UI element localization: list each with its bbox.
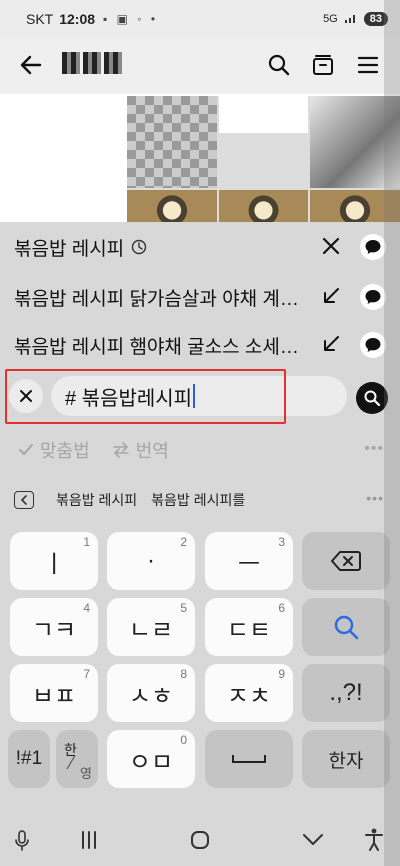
backspace-icon [331, 551, 361, 571]
key-vowel-i[interactable]: ㅣ1 [10, 532, 98, 590]
microphone-icon[interactable] [14, 830, 30, 857]
system-navigation-bar [0, 800, 400, 866]
text-cursor [193, 384, 196, 408]
keyboard-toolbar: 맞춤법 번역 ••• [0, 428, 400, 472]
prediction-word[interactable]: 볶음밥 레시피 [56, 490, 137, 510]
search-icon [334, 615, 359, 640]
network-label: 5G [323, 13, 338, 25]
search-icon[interactable] [267, 53, 291, 77]
notification-icons: ▪ ▣ ◦ • [103, 12, 159, 26]
keyboard-search-key[interactable] [302, 598, 390, 656]
chat-bubble-icon[interactable] [360, 332, 386, 358]
chat-bubble-icon[interactable] [360, 284, 386, 310]
search-query-text: # 볶음밥레시피 [65, 387, 193, 410]
key-digeut-tieut[interactable]: ㄷㅌ 6 [205, 598, 293, 656]
suggestion-text: 볶음밥 레시피 햄야채 굴소스 소세… [14, 336, 299, 358]
suggestion-item[interactable]: 볶음밥 레시피 햄야채 굴소스 소세… [0, 320, 400, 370]
suggestion-item[interactable]: 볶음밥 레시피 [0, 222, 400, 272]
collapse-predictions-icon[interactable] [14, 491, 34, 509]
thumbnail-image[interactable] [127, 96, 217, 188]
image-thumbnail-grid [127, 96, 400, 224]
prediction-word[interactable]: 볶음밥 레시피를 [151, 490, 245, 510]
language-switch-key[interactable]: 한 ⁄ 영 [56, 730, 98, 788]
korean-keyboard: ㅣ1 · 2 ㅡ3 ㄱㅋ 4 ㄴㄹ 5 ㄷㅌ 6 ㅂㅍ 7 ㅅㅎ 8 ㅈㅊ 9 .,?! !#… [0, 524, 400, 794]
punctuation-key[interactable]: .,?! [302, 664, 390, 722]
clock-time: 12:08 [59, 11, 96, 27]
hide-keyboard-chevron-icon[interactable] [302, 832, 324, 851]
check-icon [19, 444, 33, 456]
key-vowel-eu[interactable]: ㅡ3 [205, 532, 293, 590]
clock-icon [131, 239, 147, 255]
search-submit-button[interactable] [356, 382, 388, 414]
thumbnail-image[interactable] [310, 96, 400, 188]
fill-query-arrow-icon[interactable] [320, 333, 342, 355]
search-input-row: # 볶음밥레시피 [0, 370, 400, 424]
clear-search-button[interactable] [9, 379, 43, 413]
backspace-key[interactable] [302, 532, 390, 590]
pixelated-page-title [62, 52, 126, 78]
symbols-key[interactable]: !#1 [8, 730, 50, 788]
chat-bubble-icon[interactable] [360, 234, 386, 260]
app-header [0, 38, 400, 94]
key-jieut-chieut[interactable]: ㅈㅊ 9 [205, 664, 293, 722]
key-giyeok-kieuk[interactable]: ㄱㅋ 4 [10, 598, 98, 656]
key-vowel-dot[interactable]: · 2 [107, 532, 195, 590]
carrier-label: SKT [26, 11, 54, 27]
space-bar-icon [232, 755, 266, 763]
suggestion-text: 볶음밥 레시피 닭가슴살과 야채 계… [14, 288, 299, 310]
thumbnail-image[interactable] [218, 96, 309, 188]
key-bieup-pieup[interactable]: ㅂㅍ 7 [10, 664, 98, 722]
key-nieun-rieul[interactable]: ㄴㄹ 5 [107, 598, 195, 656]
translate-button[interactable]: 번역 [112, 437, 169, 463]
more-predictions-icon[interactable]: ••• [366, 490, 384, 506]
search-input[interactable]: # 볶음밥레시피 [51, 376, 347, 416]
back-arrow-icon[interactable] [18, 52, 44, 78]
delete-suggestion-icon[interactable] [320, 235, 342, 257]
suggestion-text: 볶음밥 레시피 [14, 238, 125, 260]
accessibility-icon[interactable] [364, 828, 384, 857]
translate-label: 번역 [135, 441, 169, 461]
spellcheck-button[interactable]: 맞춤법 [18, 437, 90, 463]
recent-apps-icon[interactable] [80, 830, 98, 855]
signal-icon [344, 12, 358, 27]
space-key[interactable] [205, 730, 293, 788]
home-icon[interactable] [190, 830, 210, 855]
more-options-icon[interactable]: ••• [364, 440, 384, 458]
fill-query-arrow-icon[interactable] [320, 285, 342, 307]
spellcheck-label: 맞춤법 [40, 441, 90, 461]
suggestion-item[interactable]: 볶음밥 레시피 닭가슴살과 야채 계… [0, 272, 400, 322]
key-ieung-mieum[interactable]: ㅇㅁ 0 [107, 730, 195, 788]
thumbnail-image[interactable] [310, 190, 400, 224]
hanja-key[interactable]: 한자 [302, 730, 390, 788]
word-prediction-bar: 볶음밥 레시피 볶음밥 레시피를 ••• [0, 480, 400, 520]
menu-icon[interactable] [356, 53, 380, 77]
status-bar: SKT 12:08 ▪ ▣ ◦ • 5G 83 [0, 0, 400, 38]
key-siot-hieut[interactable]: ㅅㅎ 8 [107, 664, 195, 722]
thumbnail-image[interactable] [218, 190, 309, 224]
thumbnail-image[interactable] [127, 190, 217, 224]
swap-arrows-icon [112, 442, 129, 458]
battery-level: 83 [363, 12, 388, 26]
inbox-icon[interactable] [311, 53, 335, 77]
